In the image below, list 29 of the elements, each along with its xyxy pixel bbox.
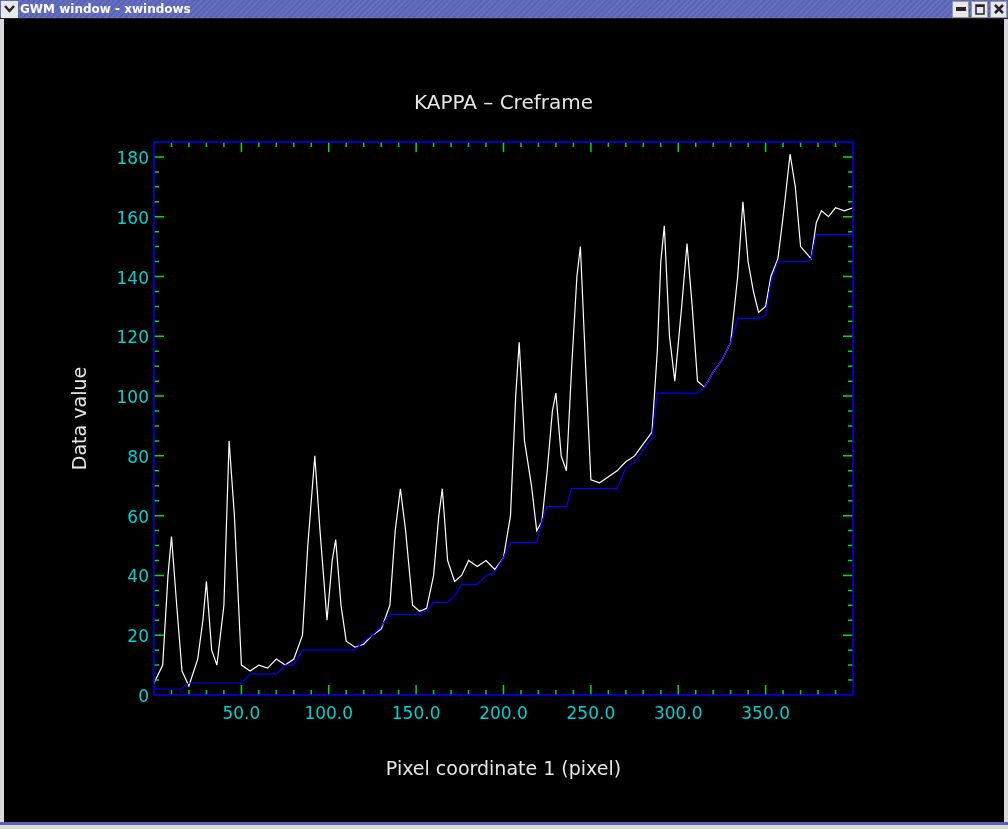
x-tick-label: 250.0 bbox=[566, 703, 616, 724]
y-axis-label: Data value bbox=[68, 367, 90, 471]
chart-title: KAPPA – Creframe bbox=[414, 90, 593, 115]
close-button[interactable] bbox=[990, 0, 1007, 18]
maximize-icon bbox=[974, 3, 985, 15]
minimize-button[interactable] bbox=[952, 0, 969, 18]
x-tick-label: 150.0 bbox=[391, 703, 441, 724]
x-tick-label: 50.0 bbox=[222, 703, 261, 724]
y-tick-label: 20 bbox=[127, 626, 149, 647]
y-tick-label: 40 bbox=[127, 566, 149, 587]
window-menu-button[interactable] bbox=[1, 0, 18, 18]
x-tick-label: 300.0 bbox=[653, 703, 703, 724]
y-tick-label: 120 bbox=[116, 327, 149, 348]
maximize-button[interactable] bbox=[971, 0, 988, 18]
y-tick-label: 60 bbox=[127, 506, 149, 527]
chevron-down-icon bbox=[4, 5, 15, 14]
x-tick-label: 100.0 bbox=[304, 703, 354, 724]
window-title: GWM window - xwindows bbox=[20, 2, 192, 17]
y-tick-label: 180 bbox=[116, 148, 149, 169]
y-tick-label: 160 bbox=[116, 208, 149, 228]
x-axis-label: Pixel coordinate 1 (pixel) bbox=[385, 757, 622, 780]
y-tick-label: 0 bbox=[138, 686, 149, 707]
y-tick-label: 80 bbox=[127, 447, 149, 468]
y-tick-label: 100 bbox=[116, 387, 149, 408]
x-tick-label: 350.0 bbox=[741, 703, 790, 724]
close-icon bbox=[993, 4, 1004, 15]
x-tick-label: 200.0 bbox=[479, 703, 528, 724]
y-tick-label: 140 bbox=[116, 267, 149, 288]
minimize-icon bbox=[955, 7, 966, 12]
